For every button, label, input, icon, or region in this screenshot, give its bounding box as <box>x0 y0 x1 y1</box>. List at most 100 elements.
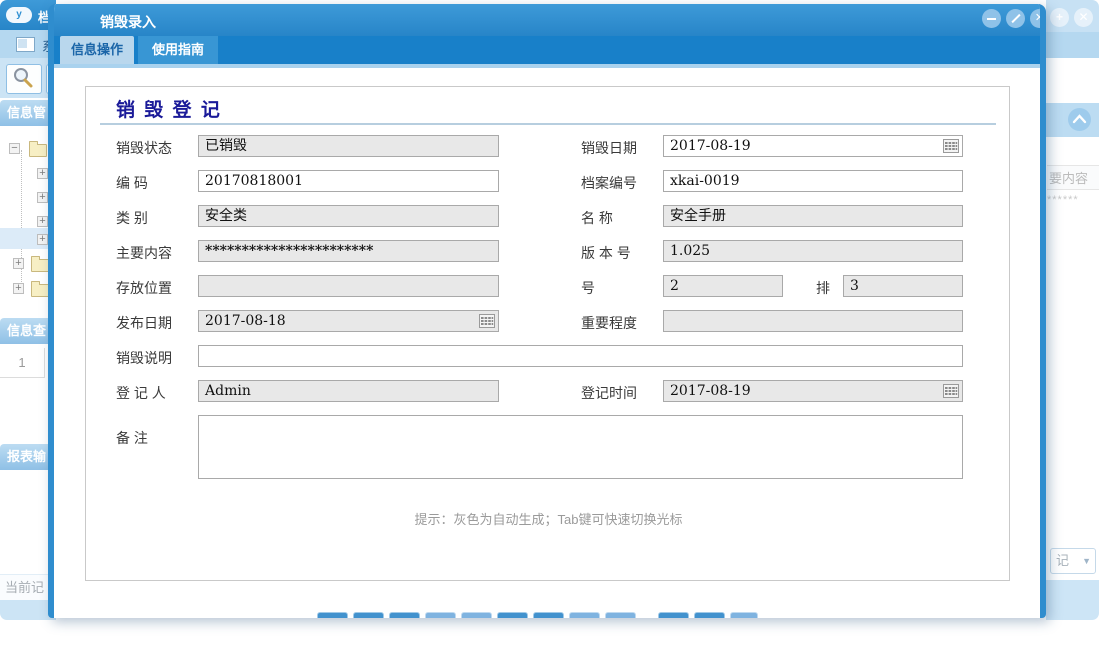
label-destroy-date: 销毁日期 <box>581 138 637 158</box>
destruction-register-form: 销 毁 登 记 销毁状态 已销毁 销毁日期 2017-08-19 编 码 201… <box>85 86 1010 581</box>
background-right-bottom <box>1046 580 1099 620</box>
grid-row-number[interactable]: 1 <box>0 348 45 378</box>
field-name[interactable]: 安全手册 <box>663 205 963 227</box>
field-importance[interactable] <box>663 310 963 332</box>
field-number[interactable]: 2 <box>663 275 783 297</box>
folder-icon <box>31 284 49 297</box>
label-main-content: 主要内容 <box>116 243 172 263</box>
label-remarks: 备 注 <box>116 428 148 448</box>
label-code: 编 码 <box>116 173 148 193</box>
toolbar-button[interactable] <box>497 612 528 618</box>
label-number: 号 <box>581 278 595 298</box>
tree-guide-line <box>21 150 23 290</box>
label-row: 排 <box>816 278 830 298</box>
label-registrant: 登 记 人 <box>116 383 166 403</box>
chevron-down-icon: ▼ <box>1082 549 1091 573</box>
field-remarks[interactable] <box>198 415 963 479</box>
field-row[interactable]: 3 <box>843 275 963 297</box>
circle-slash-icon <box>1011 14 1020 23</box>
field-storage-location[interactable] <box>198 275 499 297</box>
label-destroy-status: 销毁状态 <box>116 138 172 158</box>
restore-button[interactable] <box>1006 9 1025 28</box>
expand-icon[interactable]: + <box>13 283 24 294</box>
calendar-icon[interactable] <box>943 139 959 153</box>
collapse-panel-button[interactable] <box>1068 108 1091 131</box>
label-register-time: 登记时间 <box>581 383 637 403</box>
toolbar-button[interactable] <box>353 612 384 618</box>
tab-info-operation[interactable]: 信息操作 <box>60 36 134 64</box>
field-value: 已销毁 <box>205 138 247 154</box>
toolbar-button[interactable] <box>461 612 492 618</box>
field-archive-no[interactable]: xkai-0019 <box>663 170 963 192</box>
calendar-icon[interactable] <box>943 384 959 398</box>
toolbar-button[interactable] <box>658 612 689 618</box>
close-button[interactable]: ✕ <box>1030 9 1046 28</box>
form-title: 销 毁 登 记 <box>116 95 222 122</box>
field-destroy-note[interactable] <box>198 345 963 367</box>
record-dropdown[interactable]: 记 ▼ <box>1050 548 1096 574</box>
field-code[interactable]: 20170818001 <box>198 170 499 192</box>
field-value: 1.025 <box>670 243 710 259</box>
toolbar-button[interactable] <box>533 612 564 618</box>
background-column-header: 要内容 <box>1047 165 1099 190</box>
expand-icon[interactable]: + <box>13 258 24 269</box>
dialog-titlebar[interactable]: 销毁录入 ✕ <box>54 4 1040 36</box>
form-hint: 提示：灰色为自动生成；Tab键可快速切换光标 <box>86 509 1011 528</box>
search-button[interactable] <box>6 64 42 94</box>
field-publish-date[interactable]: 2017-08-18 <box>198 310 499 332</box>
label-version: 版 本 号 <box>581 243 631 263</box>
toolbar-button[interactable] <box>389 612 420 618</box>
toolbar-button[interactable] <box>317 612 348 618</box>
field-value: 2017-08-19 <box>670 138 751 154</box>
chevron-up-icon <box>1072 114 1087 124</box>
dialog-body: 销 毁 登 记 销毁状态 已销毁 销毁日期 2017-08-19 编 码 201… <box>54 64 1040 618</box>
title-underline <box>100 123 996 125</box>
field-registrant[interactable]: Admin <box>198 380 499 402</box>
field-value: 2017-08-18 <box>205 313 286 329</box>
field-value: 2 <box>670 278 679 294</box>
field-destroy-date[interactable]: 2017-08-19 <box>663 135 963 157</box>
toolbar-button[interactable] <box>569 612 600 618</box>
label-destroy-note: 销毁说明 <box>116 348 172 368</box>
collapse-icon[interactable]: − <box>9 143 20 154</box>
field-value: 20170818001 <box>205 173 303 189</box>
folder-icon <box>31 259 49 272</box>
background-masked-value: ****** <box>1047 194 1079 206</box>
dialog-title: 销毁录入 <box>100 12 156 32</box>
search-icon <box>7 65 39 91</box>
close-icon[interactable]: ✕ <box>1074 8 1093 27</box>
toolbar-button[interactable] <box>730 612 758 618</box>
field-value: Admin <box>205 383 251 399</box>
field-version[interactable]: 1.025 <box>663 240 963 262</box>
field-value: 安全手册 <box>670 208 726 224</box>
expand-icon[interactable]: + <box>37 168 48 179</box>
field-destroy-status[interactable]: 已销毁 <box>198 135 499 157</box>
tab-user-guide[interactable]: 使用指南 <box>138 36 218 64</box>
app-logo: y <box>6 7 32 23</box>
expand-icon[interactable]: + <box>37 192 48 203</box>
label-category: 类 别 <box>116 208 148 228</box>
close-icon: ✕ <box>1030 9 1046 28</box>
label-publish-date: 发布日期 <box>116 313 172 333</box>
record-dropdown-value: 记 <box>1056 553 1069 568</box>
toolbar-button[interactable] <box>425 612 456 618</box>
toolbar-button[interactable] <box>605 612 636 618</box>
field-value: 2017-08-19 <box>670 383 751 399</box>
field-main-content[interactable]: *********************** <box>198 240 499 262</box>
folder-open-icon <box>29 144 47 157</box>
minimize-icon <box>987 18 996 20</box>
label-importance: 重要程度 <box>581 313 637 333</box>
field-category[interactable]: 安全类 <box>198 205 499 227</box>
toolbar-button[interactable] <box>694 612 725 618</box>
calendar-icon[interactable] <box>479 314 495 328</box>
minimize-button[interactable] <box>982 9 1001 28</box>
label-name: 名 称 <box>581 208 613 228</box>
expand-icon[interactable]: + <box>37 216 48 227</box>
expand-icon[interactable]: + <box>37 234 48 245</box>
field-register-time[interactable]: 2017-08-19 <box>663 380 963 402</box>
window-icon <box>16 37 35 52</box>
destruction-entry-dialog: 销毁录入 ✕ 信息操作 使用指南 销 毁 登 记 销毁状态 已销毁 销毁日期 2… <box>48 4 1046 618</box>
field-value: 3 <box>850 278 859 294</box>
background-right-band <box>1046 32 1099 58</box>
plus-icon[interactable]: + <box>1050 8 1069 27</box>
